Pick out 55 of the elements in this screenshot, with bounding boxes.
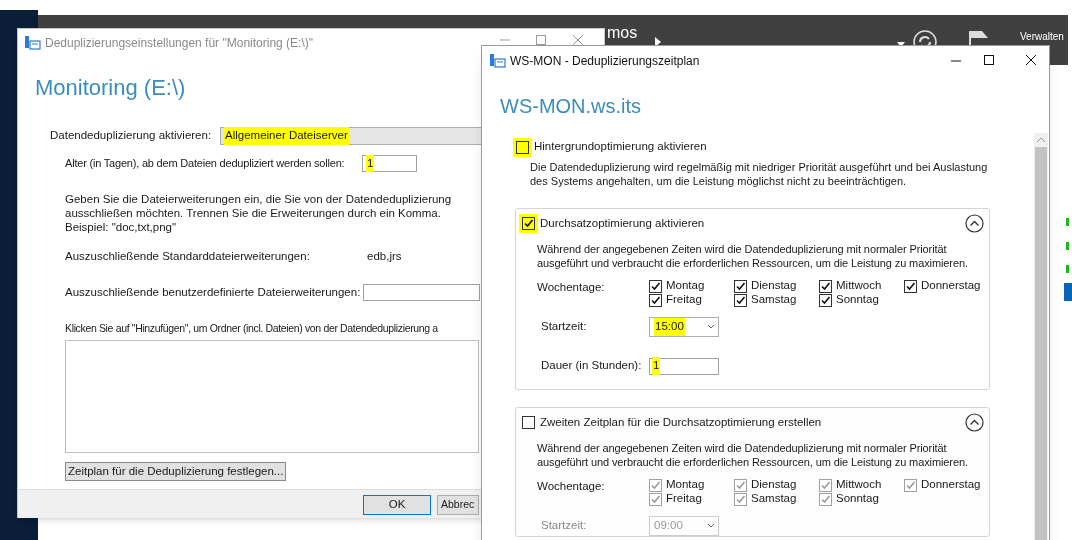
cancel-button[interactable]: Abbrec [437, 494, 479, 515]
checkbox-label[interactable]: Donnerstag [921, 277, 981, 295]
field-label: Startzeit: [541, 518, 588, 534]
checkbox[interactable] [649, 293, 662, 307]
checkbox[interactable] [819, 279, 832, 293]
checkbox-label[interactable]: Durchsatzoptimierung aktivieren [540, 214, 705, 233]
close-icon[interactable] [1026, 55, 1036, 65]
manage-menu[interactable]: Verwalten [1020, 29, 1064, 44]
collapse-button[interactable] [965, 214, 984, 233]
dialog-heading: WS-MON.ws.its [500, 94, 642, 117]
scrollbar[interactable] [1034, 133, 1048, 540]
input-field[interactable]: 1 [362, 155, 417, 173]
checkbox[interactable] [516, 140, 529, 154]
dropdown-icon[interactable] [897, 42, 905, 47]
chevron-down-icon [708, 524, 714, 528]
maximize-icon[interactable] [984, 55, 994, 65]
selected-row [1064, 283, 1072, 301]
field-label: Wochentage: [537, 280, 606, 293]
description-text: Während der angegebenen Zeiten wird die Datendeduplizierung mit normaler Priorität ausgeführt und verbraucht die erforderlichen Ressourcen, um die Leistung zu maximieren. [537, 441, 969, 469]
scrollbar-thumb[interactable] [1035, 147, 1047, 540]
server-icon [489, 53, 506, 68]
time-dropdown[interactable]: 15:00 [649, 317, 719, 337]
checkbox[interactable] [522, 217, 535, 230]
checkbox[interactable] [904, 279, 917, 293]
checkbox[interactable] [734, 279, 747, 293]
field-label: Startzeit: [541, 319, 588, 335]
status-marker [1066, 218, 1069, 226]
dialog-heading: Monitoring (E:\) [35, 74, 186, 101]
field-label: Auszuschließende Standarddateierweiterungen: [65, 248, 311, 264]
status-marker [1066, 265, 1069, 273]
breadcrumb[interactable]: mos [607, 24, 638, 42]
schedule-button[interactable]: Zeitplan für die Deduplizierung festlegen... [65, 461, 287, 481]
checkbox[interactable] [649, 279, 662, 293]
extension-list: edb,jrs [367, 247, 402, 265]
checkbox[interactable] [819, 293, 832, 307]
field-label: Datendeduplizierung aktivieren: [50, 128, 213, 144]
description-text: Während der angegebenen Zeiten wird die Datendeduplizierung mit normaler Priorität ausgeführt und verbraucht die erforderlichen Ressourcen, um die Leistung zu maximieren. [537, 242, 969, 270]
instruction-text: Klicken Sie auf "Hinzufügen", um Ordner (incl. Dateien) von der Datendeduplizierung a [65, 320, 438, 335]
ok-button[interactable]: OK [363, 494, 431, 515]
chevron-down-icon [708, 325, 714, 329]
server-icon [24, 35, 41, 50]
window-title: WS-MON - Deduplizierungszeitplan [510, 52, 700, 70]
field-label: Dauer (in Stunden): [541, 358, 643, 374]
dropdown[interactable]: Allgemeiner Dateiserver [220, 127, 482, 145]
field-label: Wochentage: [537, 479, 606, 492]
status-marker [1066, 242, 1069, 250]
field-label: Alter (in Tagen), ab dem Dateien dedupliziert werden sollen: [65, 156, 346, 172]
checkbox-label[interactable]: Hintergrundoptimierung aktivieren [534, 138, 707, 156]
instruction-text: Geben Sie die Dateierweiterungen ein, die Sie von der Datendeduplizierung ausschließen möchten. Trennen Sie die Erweiterungen durch ein Komma. Beispiel: "doc,txt,png" [65, 192, 453, 235]
window-title: Deduplizierungseinstellungen für "Monitoring (E:\)" [45, 34, 313, 52]
input-field[interactable] [363, 284, 480, 302]
checkbox[interactable] [734, 293, 747, 307]
input-field[interactable]: 1 [649, 357, 719, 375]
description-text: Die Datendeduplizierung wird regelmäßig mit niedriger Priorität ausgeführt und bei Auslastung des Systems angehalten, um die Leistung möglichst nicht zu beeinträchtigen. [530, 160, 989, 188]
field-label: Auszuschließende benutzerdefinierte Dateierweiterungen: [65, 285, 362, 301]
